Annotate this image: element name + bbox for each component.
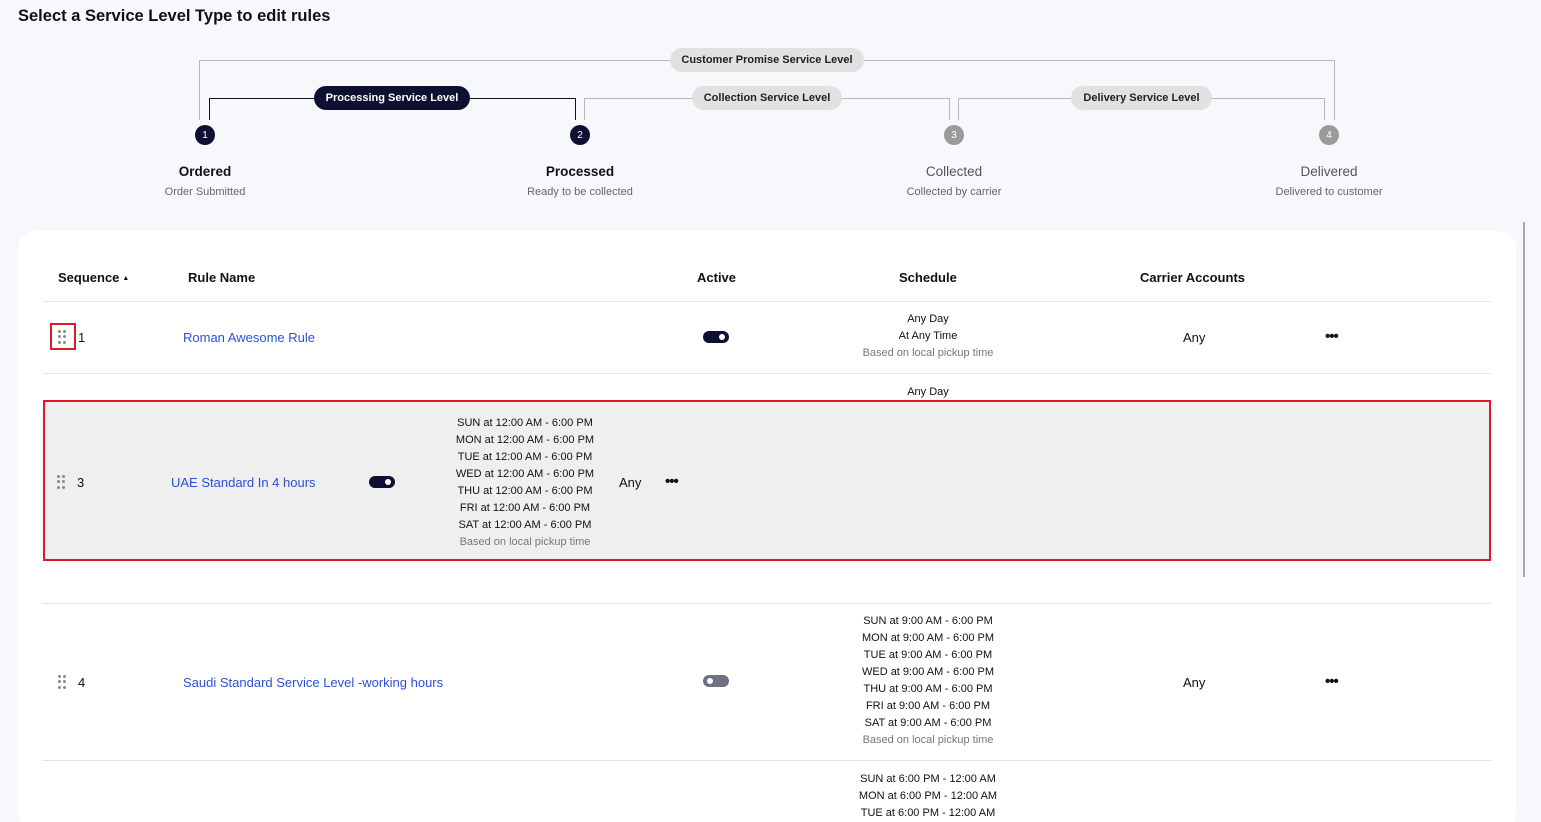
sequence-header-label: Sequence <box>58 270 120 285</box>
step-4-subtitle: Delivered to customer <box>1275 186 1383 198</box>
schedule-line: TUE at 9:00 AM - 6:00 PM <box>863 649 993 661</box>
schedule-line: FRI at 12:00 AM - 6:00 PM <box>459 502 591 514</box>
drag-handle-highlight <box>50 323 76 350</box>
toggle-knob <box>719 334 725 340</box>
schedule-line: MON at 12:00 AM - 6:00 PM <box>455 434 595 446</box>
step-3-dot: 3 <box>944 125 964 145</box>
schedule-line: THU at 12:00 AM - 6:00 PM <box>457 485 593 497</box>
column-header-rule-name: Rule Name <box>188 270 256 285</box>
schedule-line: WED at 12:00 AM - 6:00 PM <box>455 468 595 480</box>
step-1-label: Ordered <box>178 164 232 179</box>
row-divider <box>43 301 1491 302</box>
carrier-accounts-value: Any <box>1183 675 1206 690</box>
sequence-number: 3 <box>77 475 85 490</box>
column-header-sequence[interactable]: Sequence ▲ <box>58 270 129 285</box>
schedule-line: Any Day <box>907 386 949 398</box>
step-3-subtitle: Collected by carrier <box>906 186 1002 198</box>
schedule-note: Based on local pickup time <box>862 734 994 746</box>
schedule-line: TUE at 6:00 PM - 12:00 AM <box>860 807 996 819</box>
customer-promise-service-level-pill[interactable]: Customer Promise Service Level <box>670 48 864 72</box>
schedule-cell: SUN at 12:00 AM - 6:00 PM MON at 12:00 A… <box>425 415 625 551</box>
schedule-line: MON at 6:00 PM - 12:00 AM <box>858 790 998 802</box>
schedule-line: SUN at 6:00 PM - 12:00 AM <box>860 773 996 785</box>
schedule-note: Based on local pickup time <box>862 347 994 359</box>
active-toggle[interactable] <box>703 331 729 343</box>
schedule-line: FRI at 9:00 AM - 6:00 PM <box>865 700 991 712</box>
carrier-accounts-value: Any <box>1183 330 1206 345</box>
row-divider <box>43 373 1491 374</box>
drag-handle-icon[interactable] <box>58 675 66 689</box>
schedule-line: SAT at 12:00 AM - 6:00 PM <box>458 519 592 531</box>
step-2-label: Processed <box>545 164 615 179</box>
collection-service-level-pill[interactable]: Collection Service Level <box>692 86 842 110</box>
step-2-subtitle: Ready to be collected <box>527 186 633 198</box>
active-toggle[interactable] <box>369 476 395 488</box>
sequence-number: 1 <box>78 330 86 345</box>
schedule-line: At Any Time <box>898 330 958 342</box>
rule-name-link[interactable]: Saudi Standard Service Level -working ho… <box>183 675 443 690</box>
row-divider <box>43 603 1491 604</box>
step-4-dot: 4 <box>1319 125 1339 145</box>
schedule-cell: SUN at 6:00 PM - 12:00 AM MON at 6:00 PM… <box>828 771 1028 822</box>
schedule-line: MON at 9:00 AM - 6:00 PM <box>861 632 995 644</box>
column-header-active: Active <box>697 270 737 285</box>
step-4-label: Delivered <box>1300 164 1358 179</box>
step-1-subtitle: Order Submitted <box>164 186 246 198</box>
processing-service-level-pill[interactable]: Processing Service Level <box>314 86 470 110</box>
carrier-accounts-value: Any <box>619 475 642 490</box>
schedule-line: SUN at 9:00 AM - 6:00 PM <box>863 615 993 627</box>
step-1-dot: 1 <box>195 125 215 145</box>
schedule-line: WED at 9:00 AM - 6:00 PM <box>861 666 995 678</box>
schedule-line: THU at 9:00 AM - 6:00 PM <box>863 683 993 695</box>
more-options-icon[interactable]: ••• <box>1325 674 1339 689</box>
delivery-service-level-pill[interactable]: Delivery Service Level <box>1071 86 1212 110</box>
column-header-carrier-accounts: Carrier Accounts <box>1140 270 1245 285</box>
schedule-line: Any Day <box>907 313 949 325</box>
dragging-row[interactable]: 3 UAE Standard In 4 hours SUN at 12:00 A… <box>43 400 1491 561</box>
drag-handle-icon[interactable] <box>57 475 65 489</box>
row-divider <box>43 760 1491 761</box>
step-3-label: Collected <box>925 164 983 179</box>
rule-name-link[interactable]: Roman Awesome Rule <box>183 330 315 345</box>
page-scrollbar[interactable] <box>1523 222 1525 577</box>
schedule-note: Based on local pickup time <box>459 536 591 548</box>
rule-name-link[interactable]: UAE Standard In 4 hours <box>171 475 316 490</box>
toggle-knob <box>385 479 391 485</box>
sort-ascending-icon: ▲ <box>122 275 130 282</box>
step-2-dot: 2 <box>570 125 590 145</box>
schedule-cell: SUN at 9:00 AM - 6:00 PM MON at 9:00 AM … <box>828 613 1028 749</box>
service-level-stepper: Customer Promise Service Level Processin… <box>0 0 1541 210</box>
toggle-knob <box>707 678 713 684</box>
more-options-icon[interactable]: ••• <box>665 474 679 489</box>
more-options-icon[interactable]: ••• <box>1325 329 1339 344</box>
active-toggle[interactable] <box>703 675 729 687</box>
schedule-line: SAT at 9:00 AM - 6:00 PM <box>864 717 992 729</box>
column-header-schedule: Schedule <box>899 270 957 285</box>
schedule-line: TUE at 12:00 AM - 6:00 PM <box>457 451 593 463</box>
schedule-line: SUN at 12:00 AM - 6:00 PM <box>457 417 593 429</box>
sequence-number: 4 <box>78 675 86 690</box>
schedule-cell: Any Day At Any Time Based on local picku… <box>828 311 1028 362</box>
